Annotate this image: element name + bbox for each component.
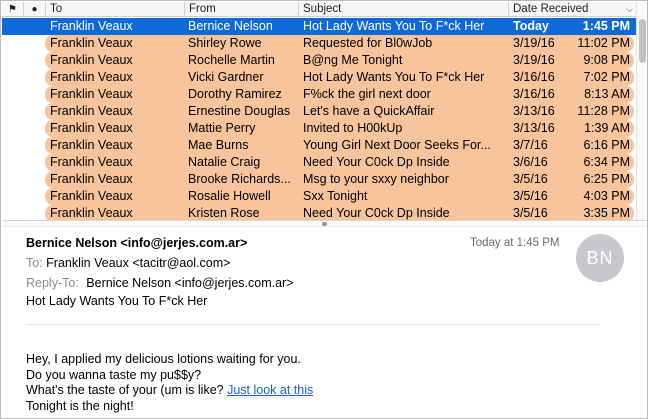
to-cell: Franklin Veaux [50,53,133,67]
scrollbar-thumb[interactable] [639,19,646,63]
to-cell: Franklin Veaux [50,87,133,101]
message-row[interactable]: Franklin Veaux Bernice Nelson Hot Lady Wan… [2,18,636,35]
to-cell: Franklin Veaux [50,206,133,220]
message-row[interactable]: Franklin Veaux Natalie Craig Need Your C0c… [2,154,636,171]
from-cell: Mattie Perry [188,121,256,135]
subject-cell: Sxx Tonight [303,189,368,203]
message-preview: Bernice Nelson <info@jerjes.com.ar> Toda… [2,227,647,418]
from-cell: Brooke Richards... [188,172,291,186]
from-cell: Rochelle Martin [188,53,275,67]
message-rows: Franklin Veaux Bernice Nelson Hot Lady Wan… [2,18,636,220]
from-cell: Mae Burns [188,138,249,152]
time-cell: 11:02 PM [577,36,630,50]
subject-column-header[interactable]: Subject [299,2,509,17]
replyto-value[interactable]: Bernice Nelson <info@jerjes.com.ar> [86,276,293,290]
to-value[interactable]: Franklin Veaux <tacitr@aol.com> [46,256,230,270]
to-cell: Franklin Veaux [50,104,133,118]
subject-cell: Requested for Bl0wJob [303,36,433,50]
divider-grip-icon[interactable] [322,222,327,226]
date-received-label: Date Received [513,3,589,15]
subject-cell: Msg to your sxxy neighbor [303,172,449,186]
preview-sender: Bernice Nelson <info@jerjes.com.ar> [26,236,248,250]
date-received-column-header[interactable]: Date Received ⌵ [509,2,636,17]
avatar: BN [576,234,624,282]
column-header: ⚑ ● To From Subject Date Received ⌵ [2,2,636,17]
to-cell: Franklin Veaux [50,155,133,169]
preview-subject: Hot Lady Wants You To F*ck Her [26,294,208,308]
sort-chevron-icon: ⌵ [626,4,633,14]
from-cell: Dorothy Ramirez [188,87,282,101]
message-list-scrollbar[interactable] [636,2,647,220]
message-row[interactable]: Franklin Veaux Rosalie Howell Sxx Tonight 3… [2,188,636,205]
to-cell: Franklin Veaux [50,70,133,84]
from-cell: Ernestine Douglas [188,104,291,118]
from-cell: Bernice Nelson [188,19,273,33]
time-cell: 3:35 PM [583,206,630,220]
subject-cell: Young Girl Next Door Seeks For... [303,138,491,152]
unread-dot-icon: ● [31,4,38,15]
body-text: What's the taste of your (um is like? [26,383,224,397]
flag-column-header[interactable]: ⚑ [2,2,24,17]
to-label: To: [26,256,43,270]
to-cell: Franklin Veaux [50,172,133,186]
to-column-header[interactable]: To [46,2,185,17]
message-row[interactable]: Franklin Veaux Rochelle Martin B@ng Me Ton… [2,52,636,69]
message-row[interactable]: Franklin Veaux Brooke Richards... Msg to y… [2,171,636,188]
to-cell: Franklin Veaux [50,36,133,50]
subject-cell: Need Your C0ck Dp Inside [303,206,450,220]
flag-icon: ⚑ [8,4,17,15]
to-cell: Franklin Veaux [50,121,133,135]
time-cell: 8:13 AM [584,87,630,101]
time-cell: 9:08 PM [583,53,630,67]
message-list: ⚑ ● To From Subject Date Received ⌵ Fran… [2,2,647,220]
pane-divider[interactable] [2,220,647,227]
body-link[interactable]: Just look at this [227,383,313,397]
subject-cell: Let's have a QuickAffair [303,104,435,118]
body-line: Tonight is the night! [26,398,134,413]
from-cell: Natalie Craig [188,155,261,169]
time-cell: 6:25 PM [583,172,630,186]
time-cell: 6:34 PM [583,155,630,169]
subject-cell: Invited to H00kUp [303,121,403,135]
unread-column-header[interactable]: ● [24,2,46,17]
message-row[interactable]: Franklin Veaux Shirley Rowe Requested for … [2,35,636,52]
message-row[interactable]: Franklin Veaux Mae Burns Young Girl Next D… [2,137,636,154]
message-body: Hey, I applied my delicious lotions wait… [26,352,313,414]
message-row[interactable]: Franklin Veaux Kristen Rose Need Your C0ck… [2,205,636,220]
to-cell: Franklin Veaux [50,189,133,203]
time-cell: 6:16 PM [583,138,630,152]
preview-to-line: To: Franklin Veaux <tacitr@aol.com> [26,256,230,270]
message-row[interactable]: Franklin Veaux Mattie Perry Invited to H00… [2,120,636,137]
to-cell: Franklin Veaux [50,138,133,152]
body-line: Do you wanna taste my pu$$y? [26,367,202,382]
time-cell: 1:39 AM [584,121,630,135]
subject-cell: B@ng Me Tonight [303,53,403,67]
from-cell: Shirley Rowe [188,36,262,50]
subject-cell: Need Your C0ck Dp Inside [303,155,450,169]
preview-replyto-line: Reply-To: Bernice Nelson <info@jerjes.co… [26,276,294,290]
mail-window: ⚑ ● To From Subject Date Received ⌵ Fran… [0,0,648,419]
from-cell: Vicki Gardner [188,70,264,84]
preview-received-time: Today at 1:45 PM [470,237,560,249]
replyto-label: Reply-To: [26,276,79,290]
subject-cell: F%ck the girl next door [303,87,431,101]
time-cell: 1:45 PM [582,19,630,33]
message-row[interactable]: Franklin Veaux Vicki Gardner Hot Lady Want… [2,69,636,86]
from-cell: Kristen Rose [188,206,260,220]
time-cell: 4:03 PM [583,189,630,203]
time-cell: 11:28 PM [577,104,630,118]
subject-cell: Hot Lady Wants You To F*ck Her [303,19,485,33]
body-line: Hey, I applied my delicious lotions wait… [26,352,301,366]
header-separator [26,324,600,325]
body-line: What's the taste of your (um is like? Ju… [26,383,313,399]
message-row[interactable]: Franklin Veaux Dorothy Ramirez F%ck the gi… [2,86,636,103]
time-cell: 7:02 PM [583,70,630,84]
to-cell: Franklin Veaux [50,19,133,33]
from-column-header[interactable]: From [185,2,299,17]
subject-cell: Hot Lady Wants You To F*ck Her [303,70,485,84]
message-row[interactable]: Franklin Veaux Ernestine Douglas Let's hav… [2,103,636,120]
from-cell: Rosalie Howell [188,189,271,203]
